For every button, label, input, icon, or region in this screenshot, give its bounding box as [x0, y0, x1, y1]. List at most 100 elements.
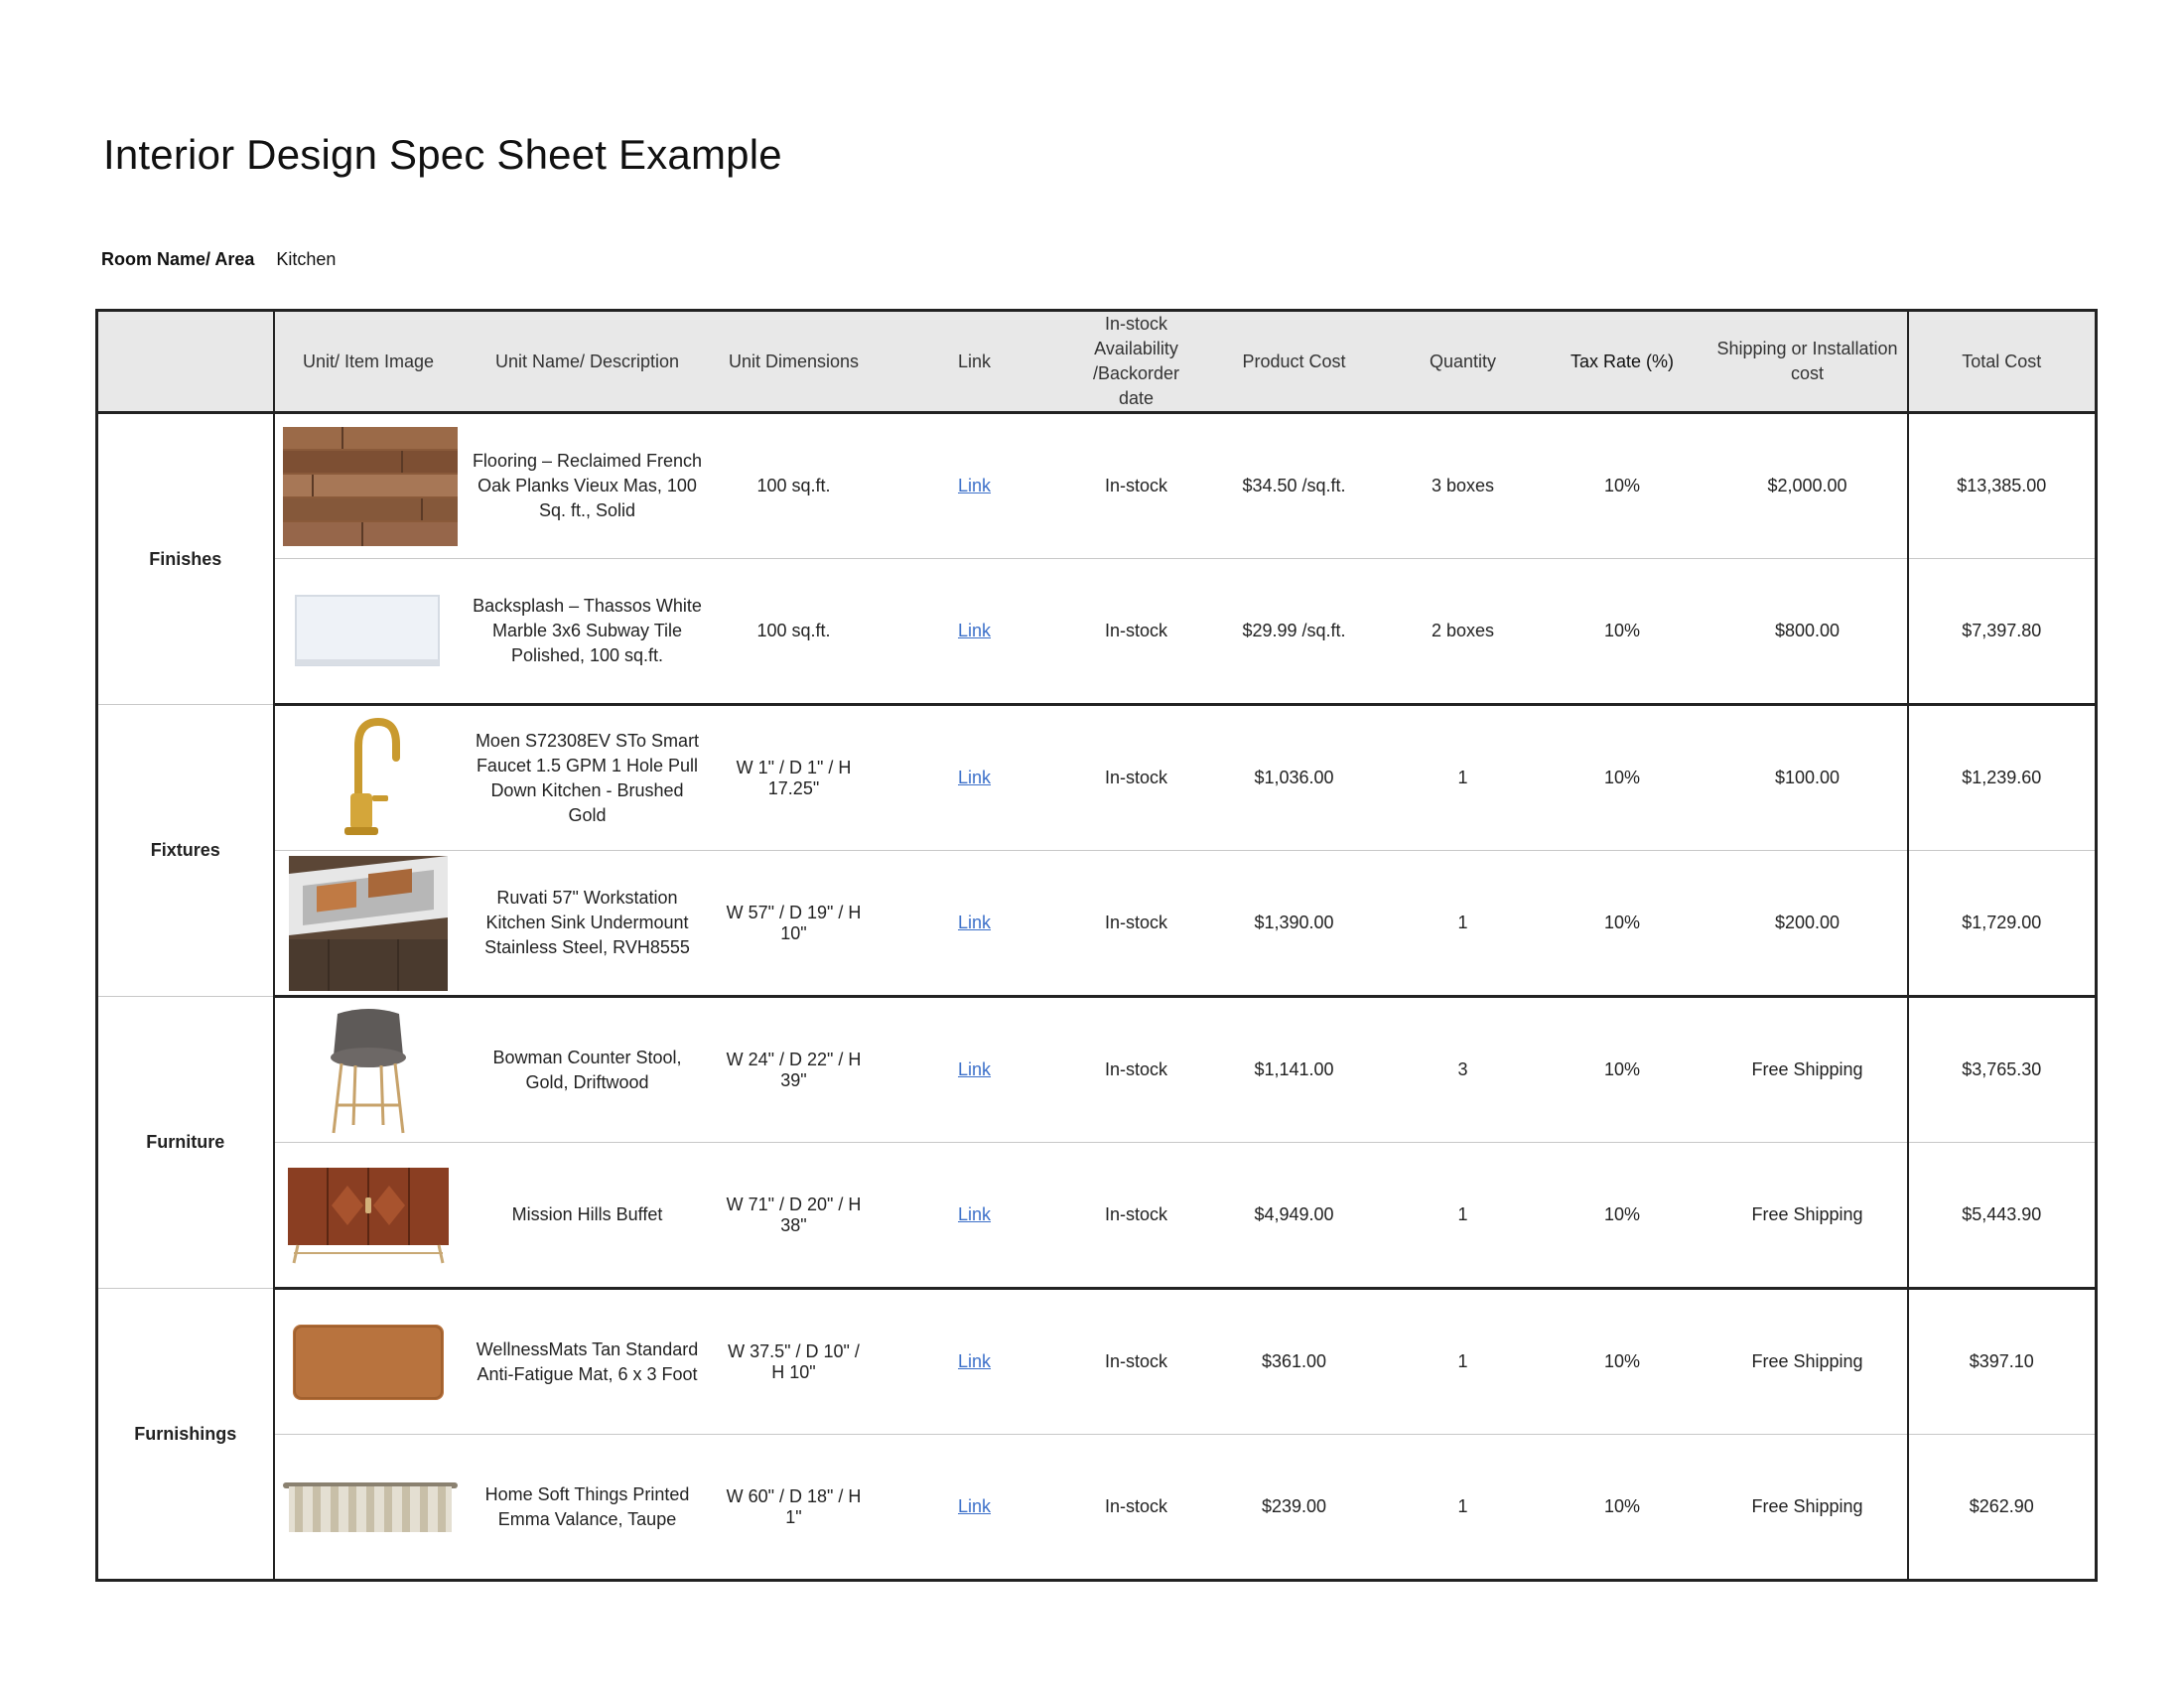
- counter-stool-image: [331, 1008, 406, 1133]
- marble-tile-image: [295, 594, 440, 666]
- item-ship: Free Shipping: [1707, 1142, 1908, 1290]
- header-total: Total Cost: [1906, 310, 2097, 414]
- item-cost: $34.50 /sq.ft.: [1198, 412, 1390, 559]
- item-link-cell: Link: [875, 412, 1074, 559]
- spec-sheet-page: Interior Design Spec Sheet Example Room …: [0, 0, 2184, 1688]
- header-cost: Product Cost: [1198, 310, 1390, 414]
- item-total: $3,765.30: [1906, 996, 2097, 1143]
- product-link[interactable]: Link: [958, 1496, 991, 1516]
- item-link-cell: Link: [875, 1434, 1074, 1581]
- item-dims: W 1" / D 1" / H 17.25": [712, 704, 876, 851]
- room-value: Kitchen: [276, 249, 337, 269]
- item-cost: $1,390.00: [1198, 850, 1390, 998]
- item-cost: $4,949.00: [1198, 1142, 1390, 1290]
- header-category: [96, 310, 275, 414]
- item-qty: 3: [1389, 996, 1537, 1143]
- row-image-cell: [273, 1288, 463, 1435]
- item-ship: Free Shipping: [1707, 1434, 1908, 1581]
- item-ship: Free Shipping: [1707, 996, 1908, 1143]
- table-row: Fixtures Moen S72308EV STo Smart Faucet …: [96, 704, 2097, 997]
- item-avail: In-stock: [1073, 1142, 1199, 1290]
- item-dims: W 37.5" / D 10" / H 10": [712, 1288, 876, 1435]
- room-label: Room Name/ Area: [101, 249, 255, 269]
- header-image: Unit/ Item Image: [273, 310, 463, 414]
- header-dims: Unit Dimensions: [712, 310, 876, 414]
- item-avail: In-stock: [1073, 1288, 1199, 1435]
- item-total: $13,385.00: [1906, 412, 2097, 559]
- item-dims: 100 sq.ft.: [712, 558, 876, 706]
- item-tax: 10%: [1536, 412, 1708, 559]
- item-name: Flooring – Reclaimed French Oak Planks V…: [462, 412, 713, 559]
- item-link-cell: Link: [875, 1142, 1074, 1290]
- item-ship: $2,000.00: [1707, 412, 1908, 559]
- item-link-cell: Link: [875, 558, 1074, 706]
- row-image-cell: [273, 850, 463, 998]
- item-total: $1,239.60: [1906, 704, 2097, 851]
- room-info: Room Name/ Area Kitchen: [101, 249, 336, 270]
- item-avail: In-stock: [1073, 558, 1199, 706]
- product-link[interactable]: Link: [958, 476, 991, 495]
- item-name: Moen S72308EV STo Smart Faucet 1.5 GPM 1…: [462, 704, 713, 851]
- category-finishes: Finishes: [96, 412, 275, 705]
- product-link[interactable]: Link: [958, 1204, 991, 1224]
- table-row: Mission Hills Buffet W 71" / D 20" / H 3…: [97, 1142, 2097, 1290]
- item-cost: $1,141.00: [1198, 996, 1390, 1143]
- header-link: Link: [875, 310, 1074, 414]
- row-image-cell: [273, 996, 463, 1143]
- item-avail: In-stock: [1073, 704, 1199, 851]
- item-qty: 1: [1389, 704, 1537, 851]
- table-row: Ruvati 57" Workstation Kitchen Sink Unde…: [97, 850, 2097, 998]
- table-row: Furnishings WellnessMats Tan Standard An…: [96, 1288, 2097, 1581]
- table-row: Furniture Bowman Counter Stool, Gold, Dr…: [96, 996, 2097, 1289]
- item-name: Ruvati 57" Workstation Kitchen Sink Unde…: [462, 850, 713, 998]
- item-link-cell: Link: [875, 1288, 1074, 1435]
- product-link[interactable]: Link: [958, 621, 991, 640]
- item-dims: W 24" / D 22" / H 39": [712, 996, 876, 1143]
- row-image-cell: [273, 412, 463, 559]
- item-link-cell: Link: [875, 996, 1074, 1143]
- gold-faucet-image: [344, 717, 400, 835]
- row-image-cell: [273, 558, 463, 706]
- item-dims: W 60" / D 18" / H 1": [712, 1434, 876, 1581]
- item-avail: In-stock: [1073, 850, 1199, 998]
- item-total: $262.90: [1906, 1434, 2097, 1581]
- wood-flooring-image: [282, 426, 458, 546]
- header-ship: Shipping or Installation cost: [1707, 310, 1908, 414]
- item-total: $397.10: [1906, 1288, 2097, 1435]
- table-row: Backsplash – Thassos White Marble 3x6 Su…: [97, 558, 2097, 706]
- item-avail: In-stock: [1073, 412, 1199, 559]
- product-link[interactable]: Link: [958, 913, 991, 932]
- item-total: $5,443.90: [1906, 1142, 2097, 1290]
- valance-curtain-image: [282, 1481, 458, 1532]
- item-tax: 10%: [1536, 1142, 1708, 1290]
- header-avail: In-stock Availability /Backorder date: [1073, 310, 1199, 414]
- item-tax: 10%: [1536, 850, 1708, 998]
- row-image-cell: [273, 704, 463, 851]
- item-cost: $361.00: [1198, 1288, 1390, 1435]
- item-qty: 1: [1389, 1434, 1537, 1581]
- item-name: Backsplash – Thassos White Marble 3x6 Su…: [462, 558, 713, 706]
- item-qty: 1: [1389, 850, 1537, 998]
- floor-mat-image: [293, 1324, 444, 1400]
- row-image-cell: [273, 1142, 463, 1290]
- category-fixtures: Fixtures: [96, 704, 275, 997]
- item-dims: 100 sq.ft.: [712, 412, 876, 559]
- product-link[interactable]: Link: [958, 768, 991, 787]
- page-title: Interior Design Spec Sheet Example: [103, 131, 782, 178]
- item-qty: 2 boxes: [1389, 558, 1537, 706]
- item-name: WellnessMats Tan Standard Anti-Fatigue M…: [462, 1288, 713, 1435]
- item-ship: Free Shipping: [1707, 1288, 1908, 1435]
- product-link[interactable]: Link: [958, 1059, 991, 1079]
- item-dims: W 71" / D 20" / H 38": [712, 1142, 876, 1290]
- category-furniture: Furniture: [96, 996, 275, 1289]
- item-link-cell: Link: [875, 850, 1074, 998]
- header-row: Unit/ Item Image Unit Name/ Description …: [96, 310, 2097, 414]
- item-name: Bowman Counter Stool, Gold, Driftwood: [462, 996, 713, 1143]
- item-total: $1,729.00: [1906, 850, 2097, 998]
- header-tax: Tax Rate (%): [1536, 310, 1708, 414]
- item-name: Mission Hills Buffet: [462, 1142, 713, 1290]
- product-link[interactable]: Link: [958, 1351, 991, 1371]
- item-avail: In-stock: [1073, 1434, 1199, 1581]
- buffet-cabinet-image: [288, 1167, 449, 1263]
- item-cost: $29.99 /sq.ft.: [1198, 558, 1390, 706]
